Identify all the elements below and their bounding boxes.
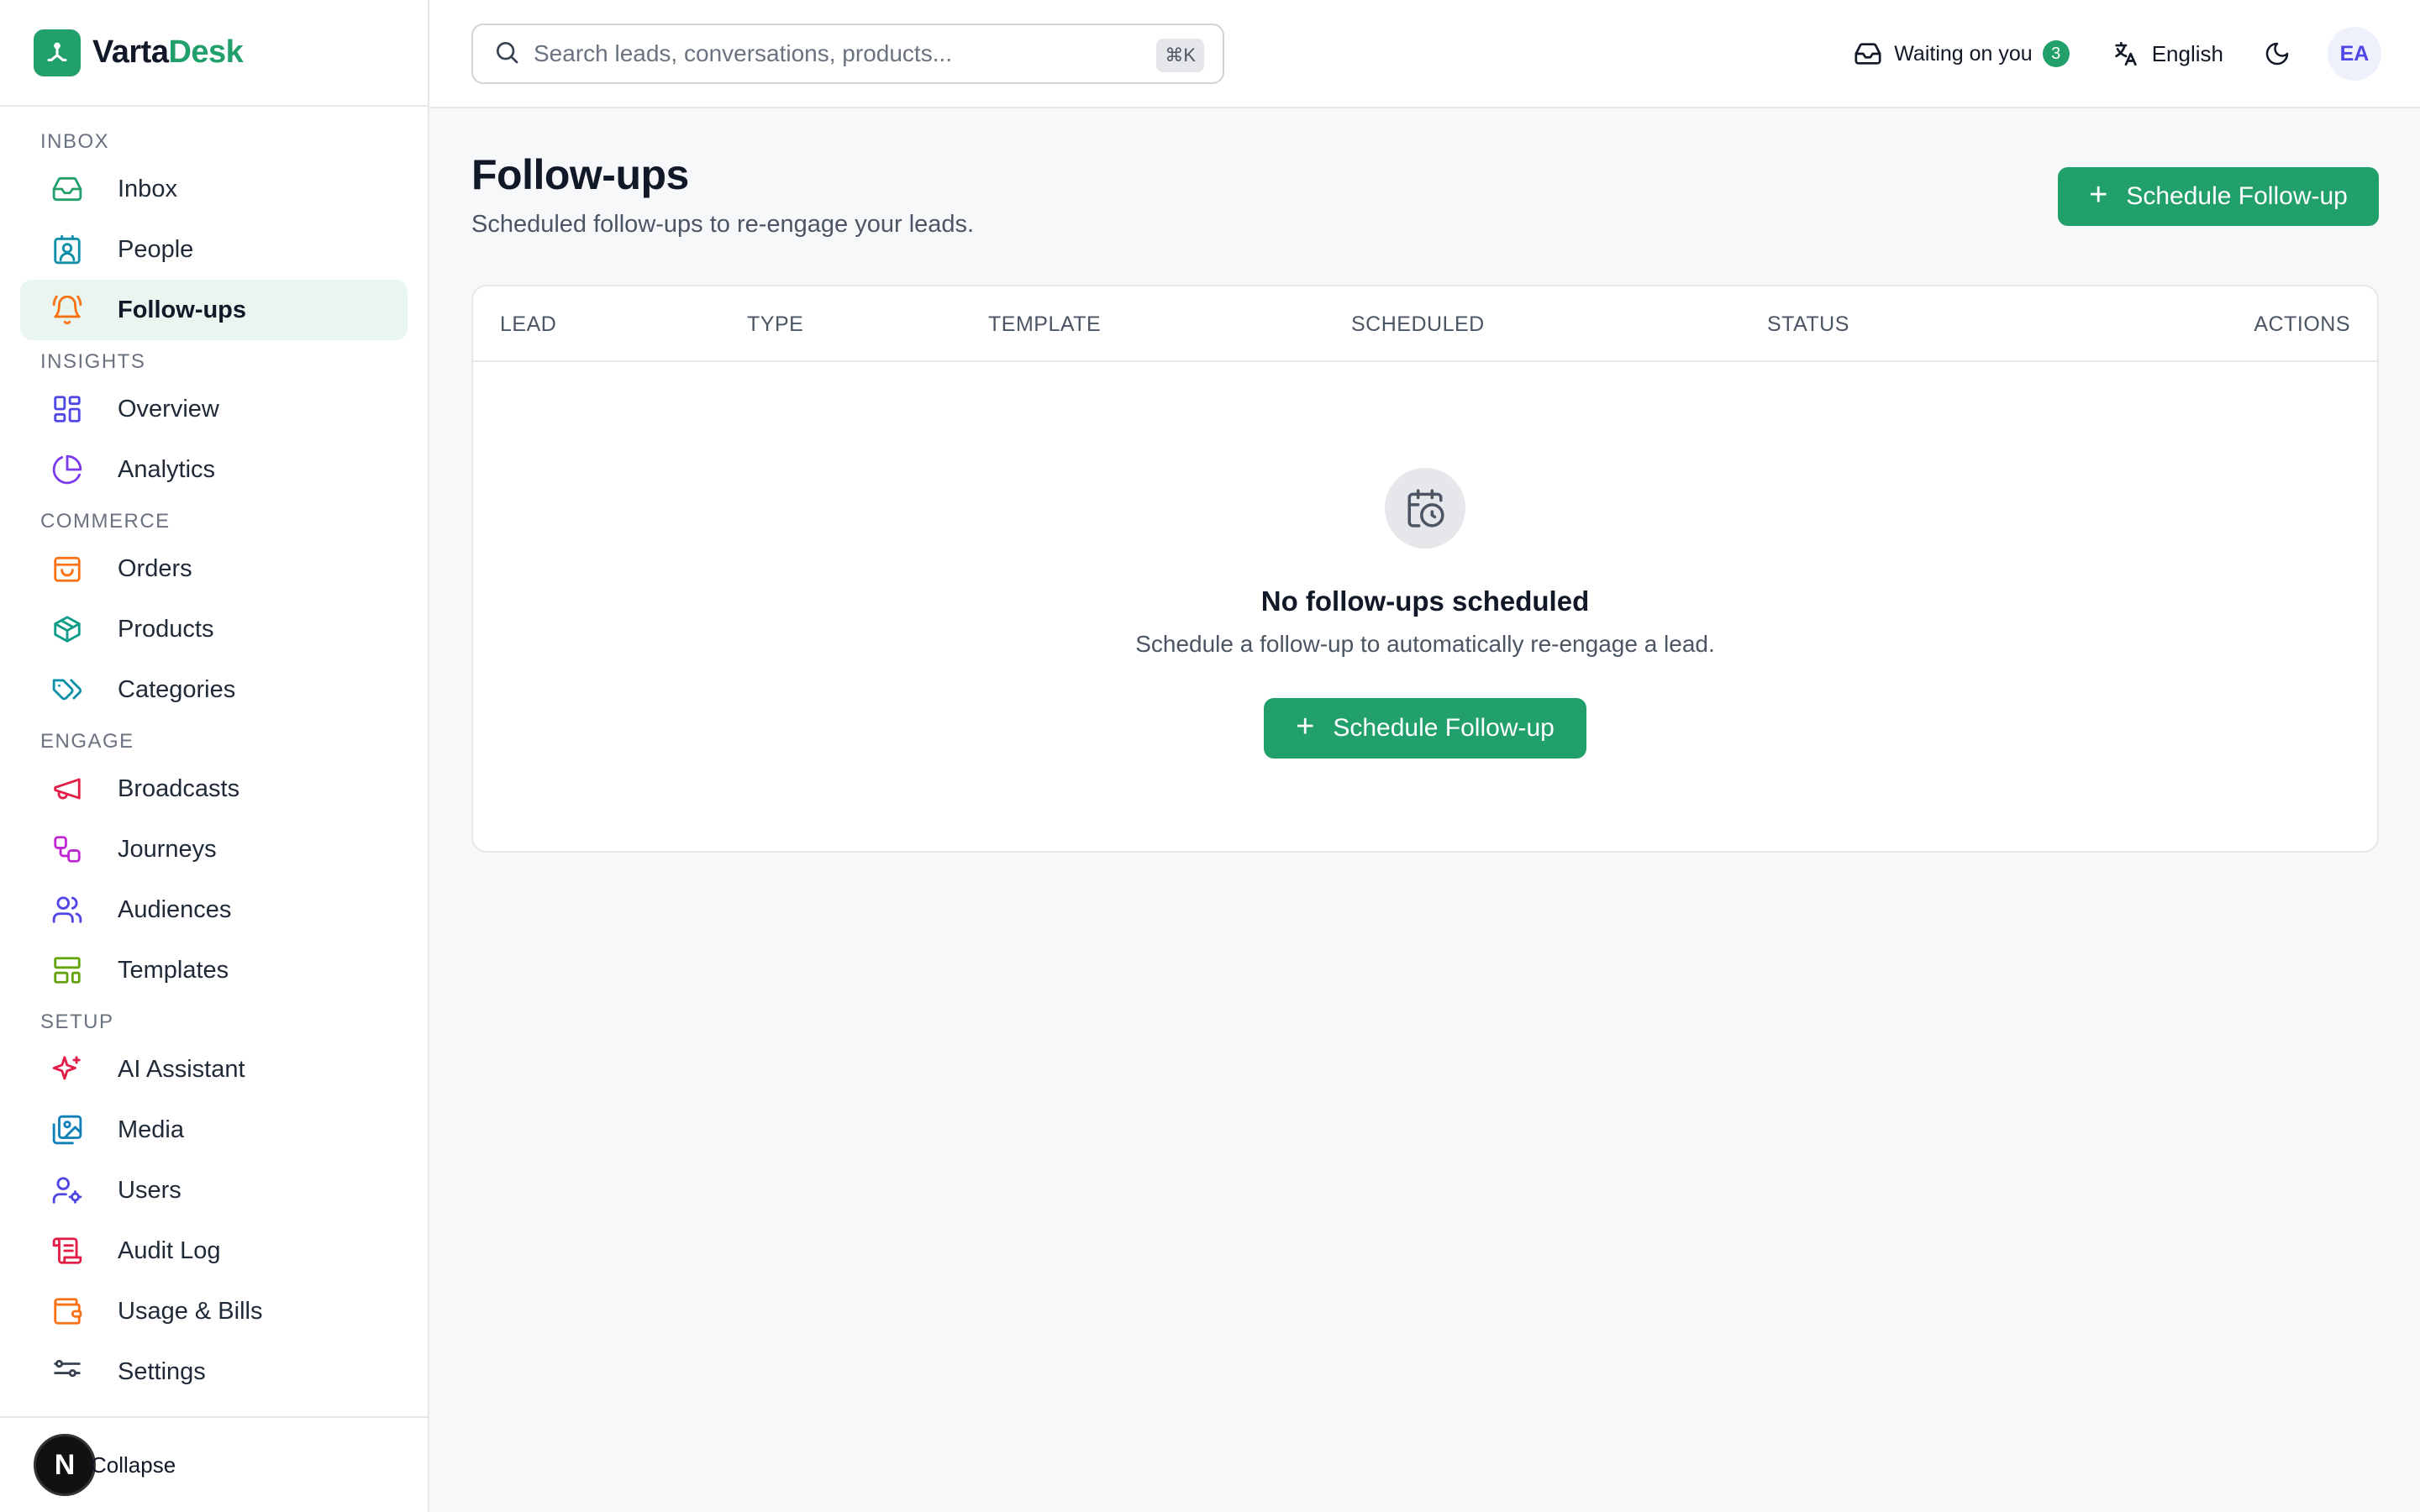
sidebar-item-settings[interactable]: Settings bbox=[20, 1341, 408, 1402]
topbar-actions: Waiting on you 3 English EA bbox=[1854, 25, 2381, 82]
follow-ups-table: LEAD TYPE TEMPLATE SCHEDULED STATUS ACTI… bbox=[471, 285, 2379, 853]
sidebar-item-media[interactable]: Media bbox=[20, 1100, 408, 1160]
layout-template-icon bbox=[50, 953, 84, 987]
empty-state-title: No follow-ups scheduled bbox=[1260, 585, 1590, 617]
brand-name: VartaDesk bbox=[92, 34, 244, 70]
bell-ring-icon bbox=[50, 293, 84, 327]
plus-icon: + bbox=[2089, 177, 2108, 213]
sidebar-item-audit-log[interactable]: Audit Log bbox=[20, 1221, 408, 1281]
contact-card-icon bbox=[50, 233, 84, 266]
section-label-setup: SETUP bbox=[40, 1011, 114, 1033]
users-icon bbox=[50, 893, 84, 927]
search-icon bbox=[493, 39, 520, 70]
sidebar: VartaDesk INBOX Inbox People Follow-ups … bbox=[0, 0, 429, 1512]
calendar-clock-icon bbox=[1385, 468, 1465, 549]
section-label-insights: INSIGHTS bbox=[40, 350, 146, 373]
column-header-scheduled[interactable]: SCHEDULED bbox=[1351, 286, 1485, 362]
sidebar-item-journeys[interactable]: Journeys bbox=[20, 819, 408, 879]
translate-icon bbox=[2112, 39, 2140, 68]
inbox-icon bbox=[50, 172, 84, 206]
sidebar-item-usage-bills[interactable]: Usage & Bills bbox=[20, 1281, 408, 1341]
brand-logo-icon bbox=[34, 29, 81, 76]
user-avatar[interactable]: EA bbox=[2328, 27, 2381, 81]
waiting-on-you-button[interactable]: Waiting on you 3 bbox=[1854, 39, 2070, 68]
sidebar-item-ai-assistant[interactable]: AI Assistant bbox=[20, 1039, 408, 1100]
empty-state-subtitle: Schedule a follow-up to automatically re… bbox=[1135, 631, 1715, 657]
sidebar-item-templates[interactable]: Templates bbox=[20, 940, 408, 1000]
sidebar-item-overview[interactable]: Overview bbox=[20, 379, 408, 439]
sidebar-item-broadcasts[interactable]: Broadcasts bbox=[20, 759, 408, 819]
shopping-bag-icon bbox=[50, 552, 84, 585]
schedule-follow-up-button[interactable]: + Schedule Follow-up bbox=[2058, 167, 2379, 226]
column-header-type[interactable]: TYPE bbox=[747, 286, 803, 362]
theme-toggle[interactable] bbox=[2260, 37, 2294, 71]
tags-icon bbox=[50, 673, 84, 706]
scroll-icon bbox=[50, 1234, 84, 1268]
sidebar-item-audiences[interactable]: Audiences bbox=[20, 879, 408, 940]
sidebar-item-users[interactable]: Users bbox=[20, 1160, 408, 1221]
topbar: ⌘K Waiting on you 3 English EA bbox=[429, 0, 2420, 108]
moon-icon bbox=[2264, 40, 2291, 67]
plus-icon: + bbox=[1296, 709, 1315, 744]
column-header-actions: ACTIONS bbox=[2254, 312, 2350, 336]
page-subtitle: Scheduled follow-ups to re-engage your l… bbox=[471, 211, 975, 238]
section-label-commerce: COMMERCE bbox=[40, 510, 171, 533]
dev-badge[interactable]: N bbox=[34, 1434, 96, 1496]
sidebar-item-orders[interactable]: Orders bbox=[20, 538, 408, 599]
brand[interactable]: VartaDesk bbox=[0, 0, 428, 107]
search-input[interactable] bbox=[534, 40, 1122, 67]
column-header-lead[interactable]: LEAD bbox=[500, 286, 556, 362]
wallet-icon bbox=[50, 1294, 84, 1328]
sidebar-item-inbox[interactable]: Inbox bbox=[20, 159, 408, 219]
sidebar-item-products[interactable]: Products bbox=[20, 599, 408, 659]
package-icon bbox=[50, 612, 84, 646]
sidebar-nav: INBOX Inbox People Follow-ups INSIGHTS O… bbox=[0, 107, 428, 1402]
inbox-icon bbox=[1854, 39, 1882, 68]
sidebar-item-people[interactable]: People bbox=[20, 219, 408, 280]
images-icon bbox=[50, 1113, 84, 1147]
table-header: LEAD TYPE TEMPLATE SCHEDULED STATUS ACTI… bbox=[473, 286, 2377, 362]
column-header-template[interactable]: TEMPLATE bbox=[988, 286, 1101, 362]
column-header-status[interactable]: STATUS bbox=[1767, 286, 1849, 362]
empty-schedule-follow-up-button[interactable]: + Schedule Follow-up bbox=[1264, 698, 1586, 759]
sliders-icon bbox=[50, 1355, 84, 1389]
sidebar-item-analytics[interactable]: Analytics bbox=[20, 439, 408, 500]
waiting-label: Waiting on you bbox=[1894, 41, 2033, 66]
sidebar-item-follow-ups[interactable]: Follow-ups bbox=[20, 280, 408, 340]
search-shortcut-badge: ⌘K bbox=[1156, 39, 1204, 72]
sidebar-item-categories[interactable]: Categories bbox=[20, 659, 408, 720]
collapse-button[interactable]: Collapse bbox=[91, 1452, 176, 1478]
language-switcher[interactable]: English bbox=[2112, 39, 2223, 68]
language-label: English bbox=[2151, 40, 2223, 66]
megaphone-icon bbox=[50, 772, 84, 806]
search-box[interactable]: ⌘K bbox=[471, 24, 1224, 84]
pie-chart-icon bbox=[50, 453, 84, 486]
section-label-engage: ENGAGE bbox=[40, 730, 134, 753]
sidebar-footer: N Collapse bbox=[0, 1416, 428, 1512]
user-cog-icon bbox=[50, 1173, 84, 1207]
sparkles-icon bbox=[50, 1053, 84, 1086]
workflow-icon bbox=[50, 832, 84, 866]
section-label-inbox: INBOX bbox=[40, 130, 110, 153]
dashboard-grid-icon bbox=[50, 392, 84, 426]
page-title: Follow-ups bbox=[471, 151, 689, 198]
waiting-count-badge: 3 bbox=[2042, 40, 2070, 67]
empty-state: No follow-ups scheduled Schedule a follo… bbox=[473, 362, 2377, 851]
